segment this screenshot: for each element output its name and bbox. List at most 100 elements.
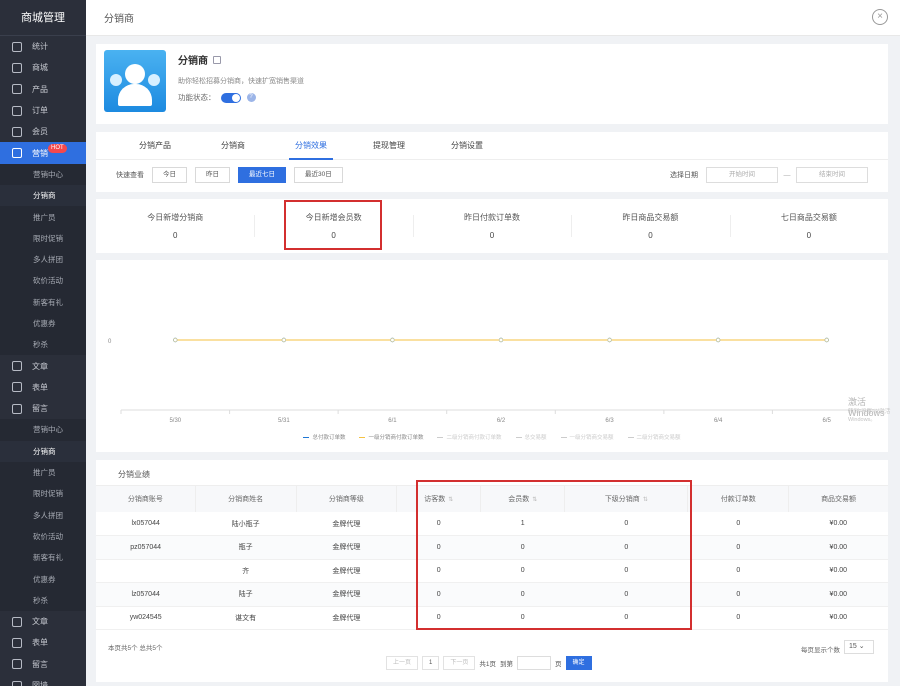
tab-1[interactable]: 分销商 (194, 132, 272, 159)
sidebar-item-top_items-2[interactable]: 产品 (0, 79, 86, 100)
table-cell: 1 (480, 512, 565, 536)
legend-item-1[interactable]: 一级分销商付款订单数 (359, 433, 423, 441)
table-cell: 陆子 (195, 582, 297, 607)
table-row: 齐金牌代理 0 0 0 0 ¥0.00 (96, 559, 888, 583)
page-number-button[interactable]: 1 (422, 656, 440, 670)
legend-item-2[interactable]: 二级分销商付款订单数 (437, 433, 502, 441)
page-info: 本页共5个 总共5个 (108, 645, 163, 652)
table-row: yw024545 谌文有 金牌代理 0 0 0 0 ¥0.00 (96, 606, 888, 630)
column-header[interactable]: 下级分销商 ⇅ (564, 486, 689, 512)
legend-item-4[interactable]: 一级分销商交易额 (560, 433, 614, 441)
sidebar-subitem[interactable]: 砍价活动 (0, 270, 86, 292)
sidebar-subitem[interactable]: 分销商 (0, 185, 86, 207)
table-row: lx057044 陆小瓶子 金牌代理 0 1 0 0 ¥0.00 (96, 512, 888, 536)
tab-4[interactable]: 分销设置 (428, 132, 506, 159)
sidebar-item-mid_items-0[interactable]: 文章 (0, 355, 86, 376)
sidebar-item-bottom_items-1[interactable]: 表单 (0, 632, 86, 653)
stat-item: 昨日付款订单数 0 (412, 199, 571, 253)
quick-filter-button-0[interactable]: 今日 (152, 167, 187, 183)
page-size-select[interactable]: 15 ⌄ (844, 640, 874, 654)
sidebar-subitem[interactable]: 营销中心 (0, 163, 86, 186)
legend-item-3[interactable]: 总交易额 (515, 433, 547, 441)
sidebar-item-top_items-5[interactable]: 营销 HOT (0, 142, 86, 164)
series-point[interactable] (498, 337, 504, 343)
sidebar-subitem[interactable]: 多人拼团 (0, 504, 86, 526)
series-point[interactable] (390, 337, 395, 343)
trend-chart-card: 0 5/30 5/31 6/1 6/2 6/3 6/4 6/5 总付款订单数 一级分销商付款订单… (96, 260, 888, 452)
sidebar-subitem[interactable]: 限时促销 (0, 227, 86, 249)
sidebar-item-mid_items-2[interactable]: 留言 (0, 398, 86, 419)
date-label: 选择日期 (670, 172, 698, 179)
series-point[interactable] (824, 337, 829, 343)
stat-value: 0 (489, 231, 495, 240)
menu-icon (12, 403, 22, 414)
sidebar-subitem[interactable]: 新客有礼 (0, 547, 86, 569)
total-pages: 共1页 (479, 661, 496, 668)
distributor-logo-icon (104, 50, 166, 112)
sidebar-subitem[interactable]: 新客有礼 (0, 291, 86, 313)
tab-2[interactable]: 分销效果 (272, 132, 350, 160)
prev-page-button[interactable]: 上一页 (386, 656, 419, 670)
sidebar-subitem[interactable]: 砍价活动 (0, 525, 86, 548)
goto-confirm-button[interactable]: 确定 (565, 656, 592, 670)
sidebar-subitem[interactable]: 推广员 (0, 206, 86, 228)
legend-item-5[interactable]: 二级分销商交易额 (627, 433, 681, 441)
series-point[interactable] (173, 337, 178, 343)
column-header-label: 分销商姓名 (228, 496, 264, 503)
stat-value: 0 (806, 231, 812, 240)
sidebar-item-top_items-4[interactable]: 会员 (0, 121, 86, 142)
sidebar-item-bottom_items-2[interactable]: 留言 (0, 654, 86, 675)
sort-icon[interactable]: ⇅ (532, 497, 537, 503)
sidebar-item-top_items-1[interactable]: 商城 (0, 57, 86, 78)
sidebar-subitem[interactable]: 推广员 (0, 461, 86, 484)
sort-icon[interactable]: ⇅ (448, 497, 453, 503)
column-header-label: 访客数 (424, 496, 446, 503)
help-icon[interactable]: ? (246, 93, 256, 102)
quick-filter-button-1[interactable]: 昨日 (195, 167, 230, 183)
table-cell: 0 (564, 535, 688, 560)
sidebar-subitem[interactable]: 营销中心 (0, 419, 86, 441)
column-header[interactable]: 会员数 ⇅ (480, 486, 566, 512)
sidebar-item-top_items-3[interactable]: 订单 (0, 100, 86, 121)
date-separator: — (783, 171, 791, 179)
sidebar-subitem[interactable]: 优惠券 (0, 568, 86, 590)
goto-page-input[interactable] (517, 656, 551, 670)
modal-title: 分销商 (104, 14, 134, 25)
sidebar-item-label: 文章 (32, 361, 48, 371)
quick-filter-button-3[interactable]: 最近30日 (294, 167, 343, 183)
table-cell: 0 (687, 512, 789, 536)
legend-item-0[interactable]: 总付款订单数 (303, 433, 345, 441)
series-point[interactable] (607, 337, 612, 343)
start-date-input[interactable]: 开始时间 (706, 167, 778, 183)
sidebar-subitem[interactable]: 分销商 (0, 440, 86, 462)
tab-3[interactable]: 提现管理 (350, 132, 428, 159)
sidebar-item-bottom_items-3[interactable]: 図墙 (0, 675, 86, 686)
sidebar-subitem[interactable]: 秒杀 (0, 334, 86, 356)
sidebar-subitem[interactable]: 限时促销 (0, 483, 86, 505)
column-header[interactable]: 商品交易额 (788, 486, 888, 512)
series-point[interactable] (281, 337, 287, 343)
sidebar-subitem[interactable]: 多人拼团 (0, 248, 86, 271)
sidebar-subitem[interactable]: 秒杀 (0, 589, 86, 612)
quick-view-label: 快速查看 (116, 172, 144, 179)
sidebar-item-label: 図墙 (32, 681, 48, 686)
sidebar-item-top_items-0[interactable]: 统计 (0, 36, 86, 57)
column-header[interactable]: 访客数 ⇅ (396, 486, 482, 512)
sidebar-item-mid_items-1[interactable]: 表单 (0, 377, 86, 398)
sidebar-item-bottom_items-0[interactable]: 文章 (0, 611, 86, 632)
sidebar-item-label: 营销 (32, 148, 48, 158)
series-point[interactable] (715, 337, 721, 343)
legend-marker-icon (627, 436, 634, 441)
quick-filter-button-2[interactable]: 最近七日 (238, 167, 286, 183)
tab-0[interactable]: 分销产品 (116, 132, 194, 159)
feature-toggle[interactable] (220, 92, 241, 103)
menu-icon (12, 361, 22, 372)
menu-icon (12, 62, 22, 73)
next-page-button[interactable]: 下一页 (443, 656, 476, 670)
sort-icon[interactable]: ⇅ (643, 497, 648, 503)
column-header[interactable]: 付款订单数 (687, 486, 790, 512)
table-cell: 金牌代理 (296, 535, 397, 560)
close-icon[interactable]: × (872, 9, 888, 25)
sidebar-subitem[interactable]: 优惠券 (0, 312, 86, 335)
end-date-input[interactable]: 结束时间 (796, 167, 868, 183)
